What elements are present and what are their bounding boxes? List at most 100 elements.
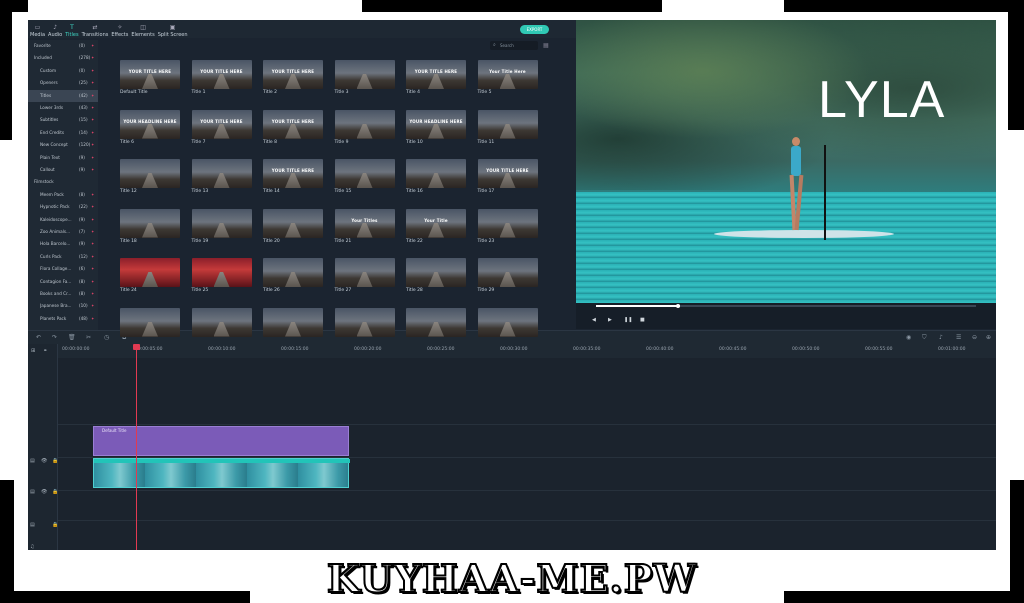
title-thumbnail[interactable]: YOUR TITLE HERE Default Title [120, 60, 180, 96]
sidebar-item-japanese-bra-[interactable]: Japanese Bra... (10) ✦ [28, 300, 98, 312]
add-star-icon[interactable]: ✦ [91, 127, 94, 139]
add-star-icon[interactable]: ✦ [91, 251, 94, 263]
sidebar-item-curls-pack[interactable]: Curls Pack (12) ✦ [28, 251, 98, 263]
add-star-icon[interactable]: ✦ [91, 77, 94, 89]
title-thumbnail[interactable]: YOUR TITLE HERE Title 1 [191, 60, 252, 96]
title-clip[interactable]: Default Title [93, 426, 349, 456]
sidebar-item-planets-pack[interactable]: Planets Pack (48) ✦ [28, 313, 98, 325]
title-thumbnail[interactable] [477, 307, 538, 344]
video-clip[interactable] [93, 458, 350, 488]
add-star-icon[interactable]: ✦ [91, 238, 94, 250]
add-star-icon[interactable]: ✦ [91, 65, 94, 77]
crop-icon[interactable]: ◷ [104, 334, 109, 341]
undo-icon[interactable]: ↶ [36, 334, 41, 341]
add-star-icon[interactable]: ✦ [91, 300, 94, 312]
title-thumbnail[interactable]: Title 18 [120, 208, 180, 245]
sidebar-item-favorite[interactable]: Favorite (0) ✦ [28, 40, 98, 52]
add-star-icon[interactable]: ✦ [91, 263, 94, 275]
title-thumbnail[interactable]: Title 25 [191, 258, 252, 294]
delete-icon[interactable]: 🗑 [68, 334, 76, 341]
sidebar-item-contagion-fa-[interactable]: Contagion Fa... (8) ✦ [28, 276, 98, 288]
add-star-icon[interactable]: ✦ [91, 40, 94, 52]
title-thumbnail[interactable] [263, 307, 323, 344]
stop-icon[interactable]: ■ [640, 317, 645, 323]
sidebar-item-hypnotic-pack[interactable]: Hypnotic Pack (22) ✦ [28, 201, 98, 213]
title-thumbnail[interactable]: Title 29 [477, 258, 538, 294]
tab-elements[interactable]: ◫ Elements [131, 23, 154, 38]
title-thumbnail[interactable]: Title 9 [334, 109, 395, 146]
marker-icon[interactable]: ⛉ [922, 334, 927, 342]
title-thumbnail[interactable]: Your Title Title 22 [406, 208, 466, 245]
title-thumbnail[interactable]: YOUR TITLE HERE Title 7 [191, 109, 252, 146]
title-thumbnail[interactable]: Title 24 [120, 258, 180, 294]
add-star-icon[interactable]: ✦ [91, 276, 94, 288]
tab-transitions[interactable]: ⇄ Transitions [82, 23, 109, 38]
sidebar-item-filmstock[interactable]: Filmstock [28, 176, 98, 188]
add-star-icon[interactable]: ✦ [91, 288, 94, 300]
title-thumbnail[interactable]: Title 13 [191, 159, 252, 195]
title-thumbnail[interactable]: Title 11 [477, 109, 538, 146]
sidebar-item-hola-barcelo-[interactable]: Hola Barcelo... (9) ✦ [28, 238, 98, 250]
add-star-icon[interactable]: ✦ [91, 152, 94, 164]
add-star-icon[interactable]: ✦ [91, 90, 94, 102]
sidebar-item-titles[interactable]: Titles (42) ✦ [28, 89, 98, 102]
title-thumbnail[interactable]: Title 28 [406, 258, 466, 294]
title-thumbnail[interactable] [120, 307, 180, 344]
export-button[interactable]: EXPORT [520, 25, 549, 34]
playback-progress[interactable] [596, 304, 976, 308]
sidebar-item-flora-collage-[interactable]: Flora Collage... (6) ✦ [28, 263, 98, 275]
play-icon[interactable]: ▶ [608, 317, 612, 323]
playback-knob[interactable] [675, 304, 680, 308]
title-thumbnail[interactable] [191, 307, 252, 344]
add-star-icon[interactable]: ✦ [91, 52, 94, 64]
previous-frame-icon[interactable]: ◀ [592, 317, 596, 323]
tab-media[interactable]: ▭ Media [30, 23, 45, 38]
sidebar-item-callout[interactable]: Callout (9) ✦ [28, 164, 98, 176]
zoom-out-icon[interactable]: ⊖ [972, 334, 977, 341]
title-thumbnail[interactable]: Title 20 [263, 208, 323, 245]
title-thumbnail[interactable]: Title 15 [334, 159, 395, 195]
title-thumbnail[interactable]: Title 26 [263, 258, 323, 294]
title-thumbnail[interactable]: YOUR TITLE HERE Title 4 [406, 60, 466, 96]
title-thumbnail[interactable] [334, 307, 395, 344]
title-thumbnail[interactable]: YOUR TITLE HERE Title 8 [263, 109, 323, 146]
tab-audio[interactable]: ♪ Audio [48, 23, 62, 38]
sidebar-item-zoo-animals-[interactable]: Zoo Animals... (7) ✦ [28, 226, 98, 238]
pause-icon[interactable]: ❚❚ [624, 317, 632, 323]
playhead[interactable] [133, 344, 140, 550]
sidebar-item-custom[interactable]: Custom (0) ✦ [28, 65, 98, 77]
title-thumbnail[interactable]: Title 12 [120, 159, 180, 195]
title-thumbnail[interactable]: Title 19 [191, 208, 252, 245]
add-star-icon[interactable]: ✦ [91, 189, 94, 201]
title-thumbnail[interactable]: Your Title Here Title 5 [477, 60, 538, 96]
title-thumbnail[interactable]: YOUR TITLE HERE Title 2 [263, 60, 323, 96]
sidebar-item-subtitles[interactable]: Subtitles (15) ✦ [28, 114, 98, 126]
tab-split-screen[interactable]: ▣ Split Screen [158, 23, 188, 38]
title-thumbnail[interactable]: Your Titles Title 21 [334, 208, 395, 245]
add-star-icon[interactable]: ✦ [91, 226, 94, 238]
add-star-icon[interactable]: ✦ [91, 201, 94, 213]
title-thumbnail[interactable]: Title 3 [334, 60, 395, 96]
add-star-icon[interactable]: ✦ [91, 114, 94, 126]
zoom-in-icon[interactable]: ⊕ [986, 334, 991, 341]
sidebar-collapse-strip[interactable] [98, 40, 104, 330]
add-star-icon[interactable]: ✦ [91, 164, 94, 176]
mic-icon[interactable]: ♪ [939, 334, 943, 341]
add-star-icon[interactable]: ✦ [91, 214, 94, 226]
sidebar-item-included[interactable]: Included (278) ✦ [28, 52, 98, 64]
cut-icon[interactable]: ✂ [86, 334, 91, 341]
title-thumbnail[interactable]: YOUR HEADLINE HERE Title 10 [406, 109, 466, 146]
tab-titles[interactable]: T Titles [65, 23, 78, 38]
title-thumbnail[interactable]: YOUR TITLE HERE Title 14 [263, 159, 323, 195]
tab-effects[interactable]: ✧ Effects [111, 23, 128, 38]
sidebar-item-openers[interactable]: Openers (25) ✦ [28, 77, 98, 89]
add-star-icon[interactable]: ✦ [91, 313, 94, 325]
search-input[interactable]: ⌕ Search [490, 41, 538, 50]
add-star-icon[interactable]: ✦ [91, 139, 94, 151]
render-icon[interactable]: ◉ [906, 334, 911, 341]
sidebar-item-plain-text[interactable]: Plain Text (9) ✦ [28, 152, 98, 164]
sidebar-item-kaleidoscope-[interactable]: Kaleidoscope... (9) ✦ [28, 214, 98, 226]
timeline-ruler[interactable]: 00:00:00:00 00:00:05:00 00:00:10:00 00:00:1… [58, 344, 996, 358]
grid-view-icon[interactable]: ▦ [543, 42, 549, 49]
sidebar-item-end-credits[interactable]: End Credits (14) ✦ [28, 127, 98, 139]
